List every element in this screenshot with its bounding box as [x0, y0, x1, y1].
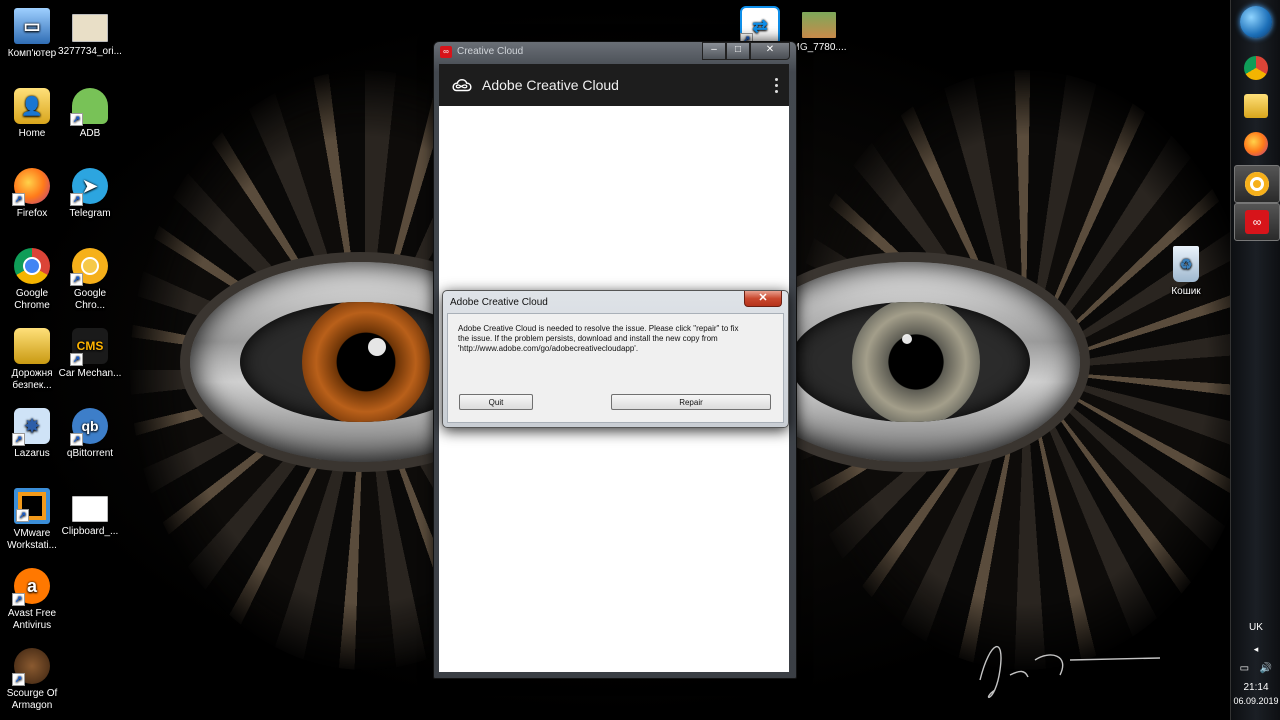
dialog-message-line: 'http://www.adobe.com/go/adobecreativecl… — [458, 344, 639, 353]
volume-icon[interactable]: 🔊 — [1260, 663, 1272, 674]
quake-icon: ↗ — [12, 648, 50, 686]
dialog-message-line: Adobe Creative Cloud is needed to resolv… — [458, 324, 739, 333]
taskbar: ∞ UK ◂ ▭ 🔊 21:14 06.09.2019 — [1230, 0, 1280, 720]
desktop-icon-telegram[interactable]: ➤ ↗ Telegram — [58, 168, 122, 220]
firefox-icon: ↗ — [12, 168, 50, 206]
cms-game-icon: CMS ↗ — [70, 328, 108, 366]
repair-button[interactable]: Repair — [611, 394, 771, 410]
chrome-icon — [1244, 56, 1268, 80]
desktop-icon-road-safety-folder[interactable]: Дорожня безпек... — [0, 328, 64, 392]
window-titlebar[interactable]: ∞ Creative Cloud – □ ✕ — [434, 42, 796, 62]
quit-button[interactable]: Quit — [459, 394, 533, 410]
desktop-icon-home[interactable]: 👤 Home — [0, 88, 64, 140]
recycle-bin-icon: ♻ — [1173, 246, 1199, 282]
language-indicator[interactable]: UK — [1231, 622, 1280, 633]
desktop-icon-recycle-bin[interactable]: ♻ Кошик — [1154, 246, 1218, 298]
firefox-icon — [1244, 132, 1268, 156]
clock-time[interactable]: 21:14 — [1231, 682, 1280, 693]
taskbar-chrome[interactable] — [1234, 50, 1278, 86]
desktop-icon-car-mechanic[interactable]: CMS ↗ Car Mechan... — [58, 328, 122, 380]
shortcut-arrow-icon: ↗ — [70, 113, 83, 126]
shortcut-arrow-icon: ↗ — [12, 593, 25, 606]
explorer-icon — [1244, 94, 1268, 118]
chrome-icon — [14, 248, 50, 284]
desktop-icon-image-file[interactable]: 3277734_ori... — [58, 8, 122, 58]
tray-icons: ▭ 🔊 — [1231, 663, 1280, 674]
desktop-icon-google-chrome[interactable]: Google Chrome — [0, 248, 64, 312]
show-hidden-icons-icon[interactable]: ◂ — [1231, 644, 1280, 655]
shortcut-arrow-icon: ↗ — [70, 433, 83, 446]
error-dialog[interactable]: Adobe Creative Cloud ✕ Adobe Creative Cl… — [442, 290, 789, 428]
desktop-icon-avast[interactable]: a ↗ Avast Free Antivirus — [0, 568, 64, 632]
dialog-message-line: the issue. If the problem persists, down… — [458, 334, 718, 343]
close-button[interactable]: ✕ — [750, 42, 790, 60]
dialog-close-button[interactable]: ✕ — [744, 291, 782, 307]
cc-app-header: Adobe Creative Cloud — [439, 64, 789, 106]
chrome-canary-icon: ↗ — [70, 248, 108, 286]
shortcut-arrow-icon: ↗ — [70, 353, 83, 366]
creative-cloud-logo-icon — [452, 79, 472, 92]
image-file-icon — [72, 14, 108, 42]
desktop-icon-lazarus[interactable]: ✸ ↗ Lazarus — [0, 408, 64, 460]
shortcut-arrow-icon: ↗ — [12, 193, 25, 206]
creative-cloud-icon: ∞ — [1245, 210, 1269, 234]
dialog-content: Adobe Creative Cloud is needed to resolv… — [447, 313, 784, 423]
cc-brand-title: Adobe Creative Cloud — [482, 77, 619, 93]
desktop-icon-adb[interactable]: ↗ ADB — [58, 88, 122, 140]
chrome-canary-icon — [1245, 172, 1269, 196]
vmware-icon: ↗ — [14, 488, 50, 524]
dialog-message: Adobe Creative Cloud is needed to resolv… — [458, 324, 768, 354]
desktop-icon-qbittorrent[interactable]: qb ↗ qBittorrent — [58, 408, 122, 460]
taskbar-creative-cloud[interactable]: ∞ — [1234, 203, 1280, 241]
android-icon: ↗ — [70, 88, 108, 126]
more-options-icon[interactable] — [773, 76, 779, 94]
shortcut-arrow-icon: ↗ — [70, 193, 83, 206]
telegram-icon: ➤ ↗ — [70, 168, 108, 206]
clipboard-file-icon — [72, 496, 108, 522]
desktop-icon-vmware[interactable]: ↗ VMware Workstati... — [0, 488, 64, 552]
taskbar-chrome-canary[interactable] — [1234, 165, 1280, 203]
shortcut-arrow-icon: ↗ — [70, 273, 83, 286]
start-button[interactable] — [1240, 6, 1272, 38]
clock-date[interactable]: 06.09.2019 — [1231, 696, 1280, 706]
shortcut-arrow-icon: ↗ — [12, 433, 25, 446]
wallpaper-signature — [979, 646, 1160, 698]
desktop-icon-firefox[interactable]: ↗ Firefox — [0, 168, 64, 220]
taskbar-explorer[interactable] — [1234, 88, 1278, 124]
shortcut-arrow-icon: ↗ — [12, 673, 25, 686]
creative-cloud-small-icon: ∞ — [440, 46, 452, 58]
shortcut-arrow-icon: ↗ — [16, 509, 29, 522]
minimize-button[interactable]: – — [702, 42, 726, 60]
folder-icon — [14, 328, 50, 364]
avast-icon: a ↗ — [12, 568, 50, 606]
teamviewer-icon: ⇄ ↗ — [740, 6, 780, 46]
qbittorrent-icon: qb ↗ — [70, 408, 108, 446]
photo-file-icon — [802, 12, 836, 38]
desktop-icon-clipboard-file[interactable]: Clipboard_... — [58, 488, 122, 538]
computer-icon: ▭ — [14, 8, 50, 44]
desktop-icon-computer[interactable]: ▭ Комп'ютер — [0, 8, 64, 60]
window-title: Creative Cloud — [457, 46, 524, 57]
network-icon[interactable]: ▭ — [1240, 663, 1249, 674]
user-folder-icon: 👤 — [14, 88, 50, 124]
lazarus-icon: ✸ ↗ — [12, 408, 50, 446]
dialog-title: Adobe Creative Cloud — [450, 297, 548, 308]
maximize-button[interactable]: □ — [726, 42, 750, 60]
taskbar-firefox[interactable] — [1234, 126, 1278, 162]
desktop-icon-chrome-canary[interactable]: ↗ Google Chro... — [58, 248, 122, 312]
desktop-icon-scourge-of-armagon[interactable]: ↗ Scourge Of Armagon — [0, 648, 64, 712]
